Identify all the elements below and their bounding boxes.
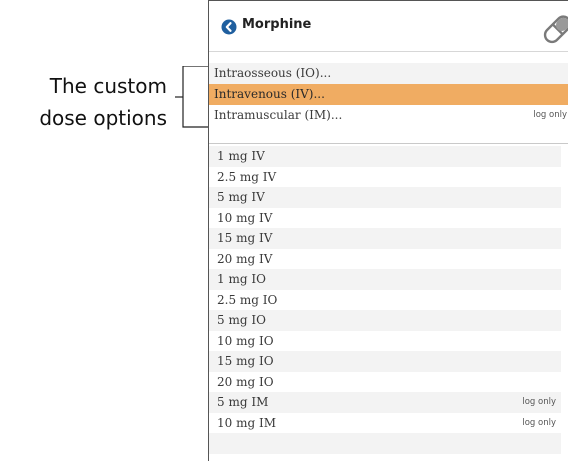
preset-dose-item[interactable]: 20 mg IV — [209, 249, 561, 270]
preset-dose-list: 1 mg IV 2.5 mg IV 5 mg IV 10 mg IV 15 mg… — [209, 146, 561, 454]
preset-dose-item[interactable]: 15 mg IV — [209, 228, 561, 249]
preset-dose-label: 10 mg IV — [217, 210, 273, 225]
preset-dose-item[interactable]: 5 mg IM log only — [209, 392, 561, 413]
preset-dose-label: 20 mg IV — [217, 251, 273, 266]
callout-label: The custom dose options — [39, 70, 167, 134]
medication-title: Morphine — [242, 17, 312, 32]
preset-dose-label: 2.5 mg IV — [217, 169, 277, 184]
preset-dose-item[interactable]: 5 mg IO — [209, 310, 561, 331]
preset-dose-item[interactable]: 2.5 mg IO — [209, 290, 561, 311]
option-label: Intravenous (IV)... — [214, 87, 325, 101]
option-intramuscular[interactable]: Intramuscular (IM)... log only — [209, 105, 568, 126]
preset-dose-item[interactable]: 15 mg IO — [209, 351, 561, 372]
log-only-badge: log only — [522, 417, 556, 428]
pill-icon — [543, 15, 568, 44]
custom-dose-options: Intraosseous (IO)... Intravenous (IV)...… — [209, 63, 568, 126]
empty-row — [209, 433, 561, 454]
preset-dose-label: 10 mg IO — [217, 333, 274, 348]
preset-dose-item[interactable]: 10 mg IO — [209, 331, 561, 352]
panel-header: Morphine — [209, 1, 568, 52]
option-intraosseous[interactable]: Intraosseous (IO)... — [209, 63, 568, 84]
callout-line-2: dose options — [39, 106, 167, 130]
preset-dose-label: 2.5 mg IO — [217, 292, 278, 307]
preset-dose-item[interactable]: 10 mg IM log only — [209, 413, 561, 434]
preset-dose-label: 5 mg IO — [217, 313, 266, 327]
preset-dose-label: 10 mg IM — [217, 415, 276, 430]
annotation-callout: The custom dose options — [0, 66, 213, 136]
preset-dose-label: 5 mg IV — [217, 190, 265, 204]
preset-dose-item[interactable]: 1 mg IV — [209, 146, 561, 167]
option-intravenous[interactable]: Intravenous (IV)... — [209, 84, 568, 105]
preset-dose-item[interactable]: 10 mg IV — [209, 208, 561, 229]
preset-dose-item[interactable]: 20 mg IO — [209, 372, 561, 393]
preset-dose-label: 20 mg IO — [217, 374, 274, 389]
preset-dose-item[interactable]: 2.5 mg IV — [209, 167, 561, 188]
section-divider — [209, 143, 568, 144]
preset-dose-label: 1 mg IO — [217, 272, 266, 286]
log-only-badge: log only — [533, 110, 567, 120]
option-label: Intraosseous (IO)... — [214, 66, 332, 80]
log-only-badge: log only — [522, 397, 556, 407]
option-label: Intramuscular (IM)... — [214, 108, 343, 122]
preset-dose-item[interactable]: 1 mg IO — [209, 269, 561, 290]
callout-line-1: The custom — [49, 74, 167, 98]
preset-dose-label: 1 mg IV — [217, 149, 265, 163]
chevron-circle-icon[interactable] — [221, 19, 237, 35]
medication-panel: Morphine Intraosseous (IO)... Intravenou… — [208, 0, 568, 461]
preset-dose-label: 15 mg IO — [217, 354, 274, 368]
preset-dose-label: 15 mg IV — [217, 231, 273, 245]
preset-dose-item[interactable]: 5 mg IV — [209, 187, 561, 208]
preset-dose-label: 5 mg IM — [217, 395, 269, 409]
